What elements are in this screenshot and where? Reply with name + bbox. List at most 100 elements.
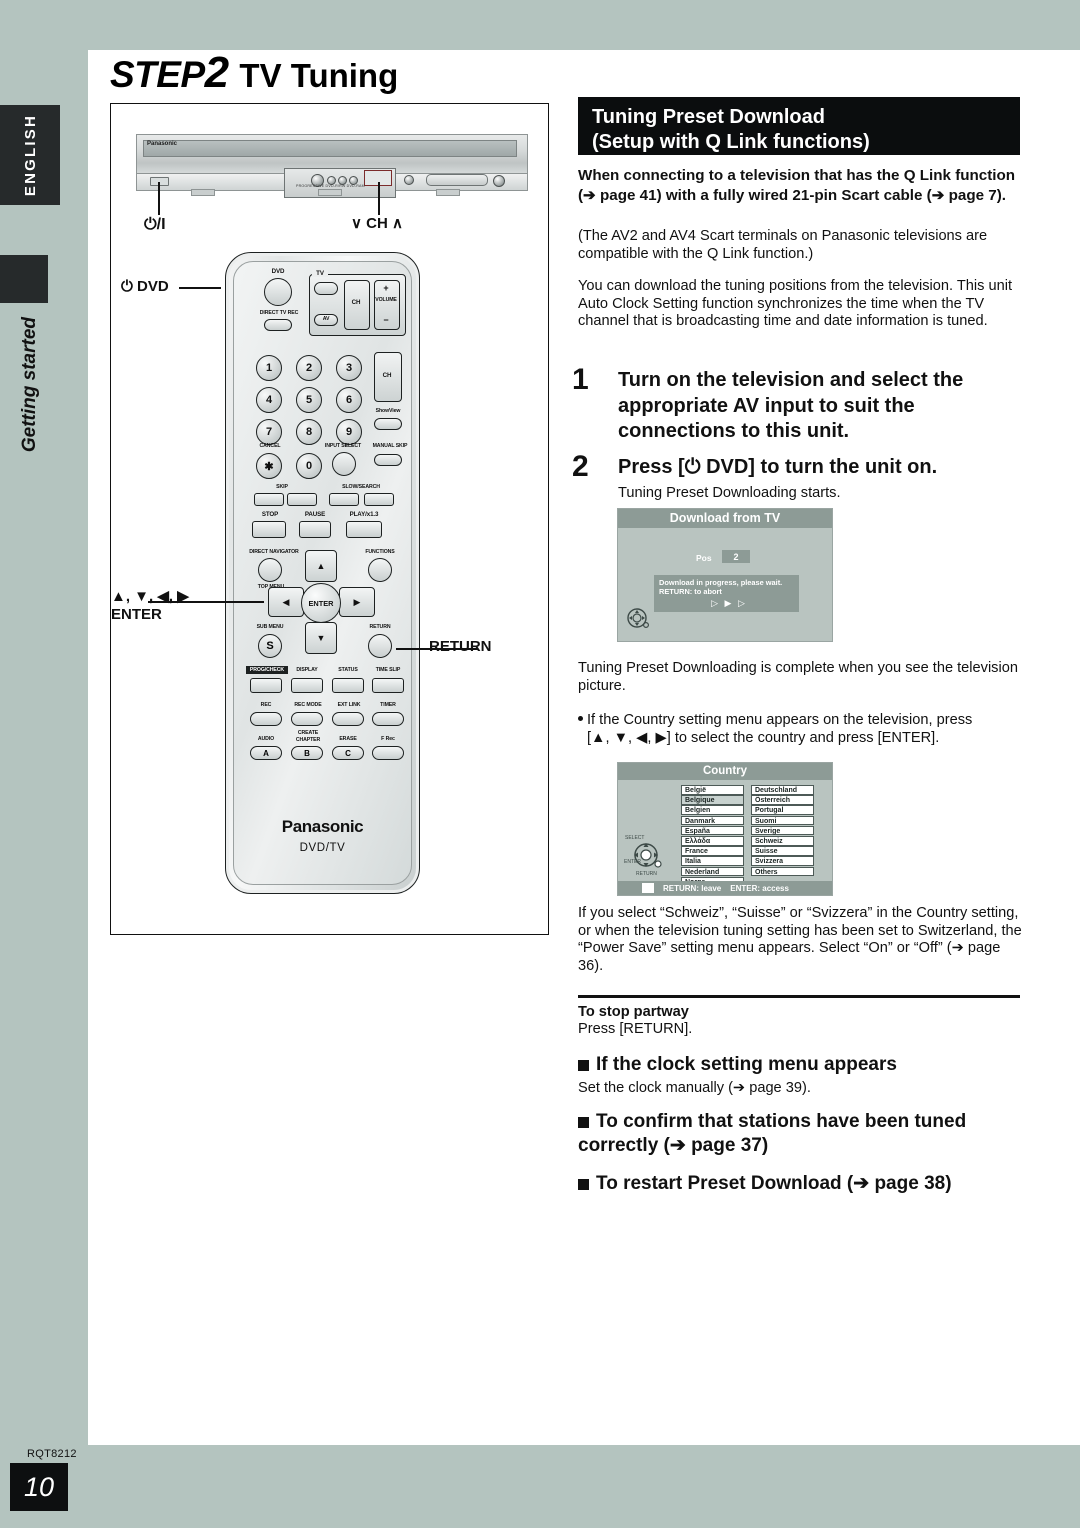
- country-option[interactable]: Nederland: [681, 866, 744, 877]
- remote-volume-plus: +: [383, 283, 389, 293]
- country-option[interactable]: Österreich: [751, 795, 814, 805]
- remote-direct-tv-rec-button: [264, 319, 292, 331]
- step-2-number: 2: [572, 450, 589, 483]
- remote-manual-skip-label: MANUAL SKIP: [372, 443, 408, 449]
- remote-return-label: RETURN: [369, 624, 391, 630]
- square-bullet-icon: [578, 1117, 589, 1128]
- remote-tv-power-button: [314, 282, 338, 295]
- country-column-2: Deutschland Österreich Portugal Suomi Sverig…: [751, 785, 814, 877]
- remote-audio-label: AUDIO: [257, 736, 275, 742]
- subsection-1-body: Set the clock manually (➔ page 39).: [578, 1080, 811, 1096]
- country-option[interactable]: Suomi: [751, 815, 814, 826]
- callout-line-channel: [378, 182, 380, 215]
- unit-display-panel: [143, 140, 517, 157]
- country-option[interactable]: España: [681, 825, 744, 836]
- download-progress-arrows: ▷ ▶ ▷: [711, 597, 747, 608]
- remote-create-label-line1: CREATE: [297, 730, 319, 736]
- remote-ext-link-button: [332, 712, 364, 726]
- subsection-3-title: To restart Preset Download (➔ page 38): [596, 1173, 952, 1194]
- country-option[interactable]: Italia: [681, 856, 744, 866]
- country-option[interactable]: Sverige: [751, 825, 814, 836]
- remote-pause-label: PAUSE: [304, 511, 326, 518]
- remote-search-forward-button: [364, 493, 394, 506]
- unit-fine-print: PROGRESSIVE DVD-R/RW DVD-RAM: [296, 184, 365, 188]
- remote-button-b: B: [291, 746, 323, 760]
- remote-input-select-button: [332, 452, 356, 476]
- country-option[interactable]: Deutschland: [751, 785, 814, 795]
- country-option[interactable]: France: [681, 846, 744, 856]
- remote-display-button: [291, 678, 323, 693]
- remote-erase-label: ERASE: [339, 736, 357, 742]
- remote-manual-skip-button: [374, 454, 402, 466]
- remote-number-0: 0: [296, 453, 322, 479]
- remote-functions-label: FUNCTIONS: [365, 549, 395, 555]
- unit-record-button: [493, 175, 505, 187]
- remote-sub-menu-label: SUB MENU: [256, 624, 284, 630]
- subsection-2-heading: To confirm that stations have been tuned…: [578, 1110, 998, 1158]
- callout-arrows-label: ▲, ▼, ◀, ▶: [111, 588, 189, 605]
- remote-search-back-button: [329, 493, 359, 506]
- country-option[interactable]: Belgien: [681, 805, 744, 815]
- remote-control-illustration: DVD DIRECT TV REC TV AV CH + VOLUME − 1 …: [225, 252, 420, 894]
- download-screen-title: Download from TV: [618, 509, 832, 528]
- banner-line-2: (Setup with Q Link functions): [592, 131, 870, 153]
- remote-button-a: A: [250, 746, 282, 760]
- remote-number-7: 7: [256, 419, 282, 445]
- document-code: RQT8212: [27, 1448, 77, 1460]
- unit-button-tray: [426, 174, 488, 186]
- country-option[interactable]: Svizzera: [751, 856, 814, 866]
- unit-knob: [404, 175, 414, 185]
- country-navigation-dial-icon: SELECT ENTER RETURN: [624, 835, 662, 877]
- remote-dvd-power-button: [264, 278, 292, 306]
- remote-number-8: 8: [296, 419, 322, 445]
- remote-dpad-down: ▼: [305, 622, 337, 654]
- country-bottom-return: RETURN: leave: [663, 883, 722, 893]
- remote-rec-label: REC: [260, 702, 272, 708]
- remote-dpad-up: ▲: [305, 550, 337, 582]
- country-option[interactable]: Danmark: [681, 815, 744, 826]
- remote-return-button: [368, 634, 392, 658]
- remote-status-label: STATUS: [338, 667, 358, 673]
- navigation-dial-icon: [627, 608, 650, 629]
- callout-power-label: ⏻/I: [144, 216, 166, 233]
- country-option[interactable]: Others: [751, 866, 814, 877]
- country-option[interactable]: Portugal: [751, 805, 814, 815]
- remote-functions-button: [368, 558, 392, 582]
- callout-enter-label: ENTER: [111, 606, 162, 623]
- title-text: TV Tuning: [239, 57, 399, 94]
- remote-display-label: DISPLAY: [296, 667, 318, 673]
- remote-skip-forward-button: [287, 493, 317, 506]
- remote-f-rec-button: [372, 746, 404, 760]
- country-note: If the Country setting menu appears on t…: [578, 712, 1028, 747]
- remote-skip-back-button: [254, 493, 284, 506]
- page-title: STEP2 TV Tuning: [110, 48, 398, 98]
- remote-f-rec-label: F Rec: [381, 736, 395, 742]
- step-2-subtext: Tuning Preset Downloading starts.: [618, 485, 841, 501]
- remote-rec-mode-label: REC MODE: [294, 702, 322, 708]
- after-download-text: Tuning Preset Downloading is complete wh…: [578, 660, 1018, 694]
- remote-volume-minus: −: [383, 315, 389, 325]
- dial-return-text: RETURN: [636, 871, 657, 877]
- country-option[interactable]: Ελλάδα: [681, 835, 744, 846]
- intro-parenthetical: (The AV2 and AV4 Scart terminals on Pana…: [578, 228, 988, 262]
- country-setting-screen: Country België Belgique Belgien Danmark Espa…: [617, 762, 833, 896]
- country-option[interactable]: Schweiz: [751, 835, 814, 846]
- intro-body: You can download the tuning positions fr…: [578, 278, 1013, 329]
- remote-create-label-line2: CHAPTER: [295, 737, 321, 743]
- intro-bold-paragraph: When connecting to a television that has…: [578, 167, 1016, 204]
- remote-sub-menu-button: S: [258, 634, 282, 658]
- country-option[interactable]: België: [681, 785, 744, 795]
- remote-volume-label: VOLUME: [375, 297, 397, 303]
- unit-foot-left: [191, 189, 215, 196]
- remote-direct-navigator-button: [258, 558, 282, 582]
- title-step-word: STEP: [110, 54, 205, 95]
- remote-brand-logo: Panasonic: [281, 817, 364, 836]
- remote-face: DVD DIRECT TV REC TV AV CH + VOLUME − 1 …: [233, 261, 412, 885]
- remote-model-label: DVD/TV: [299, 842, 346, 854]
- country-option[interactable]: Belgique: [681, 795, 744, 805]
- remote-rec-mode-button: [291, 712, 323, 726]
- remote-slow-search-group-label: SLOW/SEARCH: [342, 484, 380, 490]
- country-option[interactable]: Suisse: [751, 846, 814, 856]
- section-banner: Tuning Preset Download (Setup with Q Lin…: [578, 97, 1020, 155]
- callout-return-label: RETURN: [429, 638, 492, 655]
